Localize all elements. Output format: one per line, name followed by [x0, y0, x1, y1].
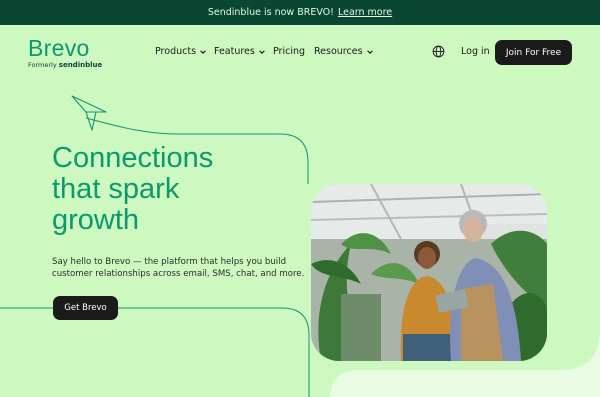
logo-formerly: Formerly sendinblue: [28, 61, 103, 69]
nav-item-pricing[interactable]: Pricing: [273, 46, 305, 57]
top-nav: Brevo Formerly sendinblue Products Featu…: [0, 25, 600, 80]
headline-line-1: Connections: [52, 142, 214, 174]
get-brevo-button[interactable]: Get Brevo: [53, 296, 118, 320]
paper-plane-icon: [71, 95, 107, 131]
hero-headline: Connections that spark growth: [52, 143, 213, 236]
hero-photo: [311, 184, 547, 361]
nav-item-products[interactable]: Products: [155, 46, 207, 57]
announcement-text: Sendinblue is now BREVO!: [207, 7, 334, 18]
chevron-down-icon: [259, 49, 265, 54]
brevo-logo[interactable]: Brevo Formerly sendinblue: [28, 35, 103, 70]
nav-item-features[interactable]: Features: [214, 46, 266, 57]
hero-subtitle: Say hello to Brevo — the platform that h…: [52, 257, 305, 279]
hero-photo-illustration: [311, 184, 547, 361]
headline-line-3: growth: [52, 204, 140, 236]
nav-item-resources[interactable]: Resources: [314, 46, 374, 57]
headline-line-2: that spark: [52, 173, 180, 205]
join-for-free-button[interactable]: Join For Free: [495, 40, 572, 65]
login-link[interactable]: Log in: [461, 46, 490, 57]
logo-wordmark: Brevo: [28, 35, 90, 61]
globe-icon[interactable]: [432, 45, 445, 58]
logo-old-name: sendinblue: [58, 61, 103, 69]
announcement-bar: Sendinblue is now BREVO! Learn more: [0, 0, 600, 25]
chevron-down-icon: [200, 49, 206, 54]
learn-more-link[interactable]: Learn more: [338, 7, 392, 18]
chevron-down-icon: [366, 49, 373, 54]
